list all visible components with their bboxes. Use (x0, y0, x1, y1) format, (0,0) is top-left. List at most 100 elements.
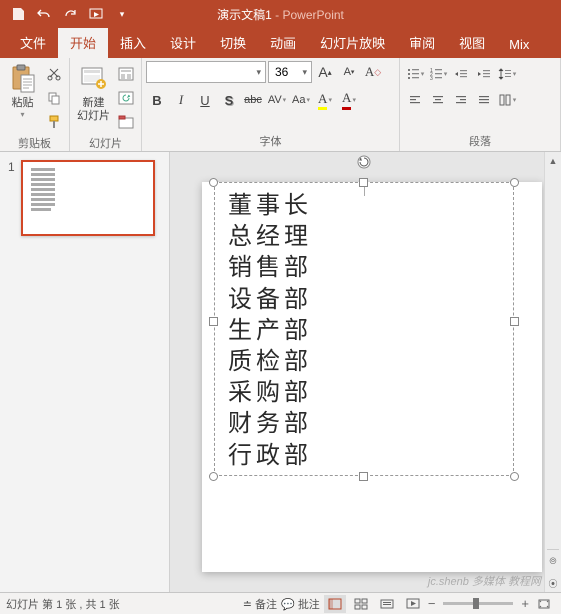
paste-button[interactable]: 粘贴 ▾ (4, 61, 41, 133)
clear-formatting-icon[interactable]: A◇ (362, 61, 384, 83)
handle-top-mid[interactable] (359, 178, 368, 187)
font-size-combo[interactable]: 36▾ (268, 61, 312, 83)
fit-window-icon[interactable] (533, 595, 555, 613)
tab-slideshow[interactable]: 幻灯片放映 (308, 27, 397, 58)
align-right-icon[interactable] (450, 89, 472, 111)
reading-view-icon[interactable] (376, 595, 398, 613)
group-font: ▾ 36▾ A▴ A▾ A◇ B I U S abc AV▾ Aa▾ A▾ A▾… (142, 58, 400, 151)
textbox-content[interactable]: 董事长 总经理 销售部 设备部 生产部 质检部 采购部 财务部 行政部 (228, 190, 312, 471)
tab-transitions[interactable]: 切换 (208, 27, 258, 58)
handle-top-right[interactable] (510, 178, 519, 187)
font-color-button[interactable]: A▾ (338, 89, 360, 111)
ribbon-tabs: 文件 开始 插入 设计 切换 动画 幻灯片放映 审阅 视图 Mix (0, 28, 561, 58)
tab-insert[interactable]: 插入 (108, 27, 158, 58)
clipboard-icon (7, 63, 39, 95)
save-icon[interactable] (6, 2, 30, 26)
text-line: 董事长 (228, 190, 312, 221)
italic-button[interactable]: I (170, 89, 192, 111)
new-slide-button[interactable]: 新建 幻灯片 (74, 61, 113, 133)
tab-mix[interactable]: Mix (497, 31, 541, 58)
watermark: jc.shenb 多媒体 教程网 (428, 573, 541, 589)
tab-design[interactable]: 设计 (158, 27, 208, 58)
font-size-value: 36 (275, 65, 288, 79)
qat-customize-icon[interactable]: ▾ (110, 2, 134, 26)
textbox-selected[interactable]: 董事长 总经理 销售部 设备部 生产部 质检部 采购部 财务部 行政部 (214, 168, 514, 476)
window-title: 演示文稿1 - PowerPoint (217, 6, 344, 23)
new-slide-icon (78, 63, 110, 95)
prev-slide-icon[interactable]: ⦾ (545, 553, 561, 570)
group-paragraph-label: 段落 (404, 131, 556, 151)
comments-button[interactable]: 💬 批注 (281, 596, 320, 612)
format-painter-icon[interactable] (43, 111, 65, 133)
slide-canvas[interactable]: 董事长 总经理 销售部 设备部 生产部 质检部 采购部 财务部 行政部 jc.s… (170, 152, 561, 592)
copy-icon[interactable] (43, 87, 65, 109)
line-spacing-icon[interactable]: ▾ (496, 63, 518, 85)
underline-button[interactable]: U (194, 89, 216, 111)
next-slide-icon[interactable]: ⦿ (545, 575, 561, 592)
cut-icon[interactable] (43, 63, 65, 85)
layout-icon[interactable] (115, 63, 137, 85)
handle-bottom-left[interactable] (209, 472, 218, 481)
char-spacing-button[interactable]: AV▾ (266, 89, 288, 111)
sorter-view-icon[interactable] (350, 595, 372, 613)
grow-font-icon[interactable]: A▴ (314, 61, 336, 83)
handle-top-left[interactable] (209, 178, 218, 187)
font-name-combo[interactable]: ▾ (146, 61, 266, 83)
shrink-font-icon[interactable]: A▾ (338, 61, 360, 83)
bold-button[interactable]: B (146, 89, 168, 111)
slide: 董事长 总经理 销售部 设备部 生产部 质检部 采购部 财务部 行政部 (202, 182, 542, 572)
slideshow-view-icon[interactable] (402, 595, 424, 613)
scroll-up-icon[interactable]: ▲ (545, 152, 561, 169)
group-slides-label: 幻灯片 (74, 133, 137, 153)
status-bar: 幻灯片 第 1 张 , 共 1 张 ≐ 备注 💬 批注 − + (0, 592, 561, 614)
highlight-button[interactable]: A▾ (314, 89, 336, 111)
handle-bottom-right[interactable] (510, 472, 519, 481)
increase-indent-icon[interactable] (473, 63, 495, 85)
shadow-button[interactable]: S (218, 89, 240, 111)
zoom-in-icon[interactable]: + (521, 596, 529, 611)
justify-icon[interactable] (473, 89, 495, 111)
redo-icon[interactable] (58, 2, 82, 26)
document-name: 演示文稿1 (217, 8, 272, 22)
change-case-button[interactable]: Aa▾ (290, 89, 312, 111)
app-name: PowerPoint (283, 8, 344, 22)
section-icon[interactable] (115, 111, 137, 133)
handle-bottom-mid[interactable] (359, 472, 368, 481)
handle-mid-right[interactable] (510, 317, 519, 326)
text-line: 生产部 (228, 315, 312, 346)
rotate-handle-icon[interactable] (356, 154, 372, 170)
vertical-scrollbar[interactable]: ▲ ⦾ ⦿ (544, 152, 561, 592)
tab-animations[interactable]: 动画 (258, 27, 308, 58)
notes-button[interactable]: ≐ 备注 (243, 596, 277, 612)
reset-icon[interactable] (115, 87, 137, 109)
undo-icon[interactable] (32, 2, 56, 26)
align-center-icon[interactable] (427, 89, 449, 111)
svg-text:3: 3 (430, 76, 433, 81)
align-left-icon[interactable] (404, 89, 426, 111)
bullets-icon[interactable]: ▾ (404, 63, 426, 85)
scroll-track[interactable] (545, 169, 561, 532)
tab-view[interactable]: 视图 (447, 27, 497, 58)
new-slide-label: 新建 幻灯片 (77, 97, 110, 123)
decrease-indent-icon[interactable] (450, 63, 472, 85)
normal-view-icon[interactable] (324, 595, 346, 613)
handle-mid-left[interactable] (209, 317, 218, 326)
start-from-beginning-icon[interactable] (84, 2, 108, 26)
numbering-icon[interactable]: 123▾ (427, 63, 449, 85)
zoom-slider[interactable] (443, 602, 513, 605)
strikethrough-button[interactable]: abc (242, 89, 264, 111)
tab-home[interactable]: 开始 (58, 27, 108, 58)
slide-counter[interactable]: 幻灯片 第 1 张 , 共 1 张 (6, 596, 120, 612)
tab-file[interactable]: 文件 (8, 27, 58, 58)
tab-review[interactable]: 审阅 (397, 27, 447, 58)
group-font-label: 字体 (146, 131, 395, 151)
zoom-out-icon[interactable]: − (428, 596, 436, 611)
title-bar: ▾ 演示文稿1 - PowerPoint (0, 0, 561, 28)
text-line: 质检部 (228, 346, 312, 377)
group-slides: 新建 幻灯片 幻灯片 (70, 58, 142, 151)
workspace: 1 董事长 总 (0, 152, 561, 592)
text-line: 财务部 (228, 408, 312, 439)
slide-thumbnail-1[interactable] (21, 160, 155, 236)
text-line: 设备部 (228, 284, 312, 315)
columns-icon[interactable]: ▾ (496, 89, 518, 111)
